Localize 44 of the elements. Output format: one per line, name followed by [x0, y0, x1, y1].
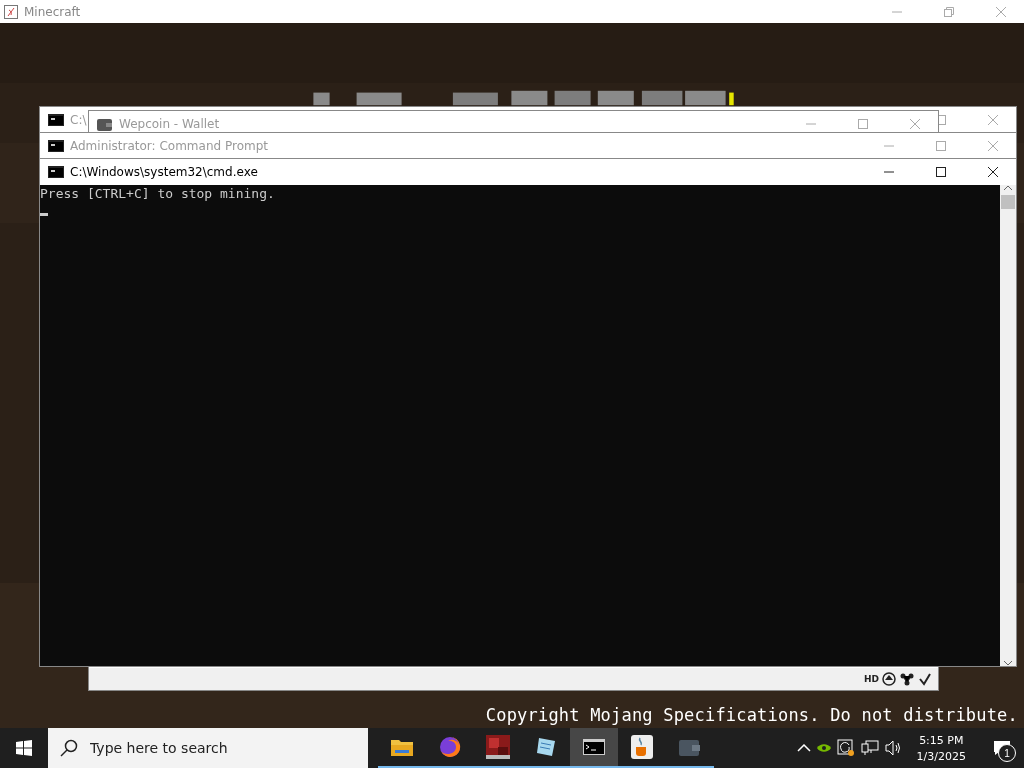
sync-icon[interactable] [836, 739, 855, 757]
chevron-up-icon[interactable] [796, 744, 811, 752]
console-icon [48, 114, 64, 126]
window-title: Wepcoin - Wallet [119, 117, 220, 131]
volume-icon[interactable] [884, 740, 903, 756]
notifications-button[interactable]: 1 [980, 728, 1024, 768]
console-line: Press [CTRL+C] to stop mining. [40, 186, 276, 201]
maximize-icon[interactable] [936, 167, 946, 177]
clock[interactable]: 5:15 PM 1/3/2025 [908, 733, 974, 763]
browser-icon [439, 736, 461, 758]
console-icon [583, 739, 605, 755]
eye-icon[interactable] [816, 743, 831, 753]
windows-logo-icon [16, 740, 32, 756]
clock-time: 5:15 PM [919, 733, 964, 747]
search-icon [60, 739, 78, 757]
window-title: Minecraft [24, 4, 82, 19]
console-icon [48, 140, 64, 152]
scroll-thumb[interactable] [1001, 195, 1015, 209]
upload-icon [882, 672, 896, 686]
network-icon[interactable] [860, 740, 879, 756]
search-bar[interactable]: Type here to search [48, 728, 368, 768]
app-icon [4, 4, 18, 19]
coffee-cup-icon [631, 735, 653, 759]
taskbar-app[interactable] [570, 728, 618, 768]
game-launcher-icon [486, 735, 510, 759]
clock-date: 1/3/2025 [916, 749, 966, 763]
checkmark-icon [918, 672, 932, 686]
wallet-icon [679, 738, 701, 756]
scroll-up-icon[interactable] [1004, 185, 1012, 191]
status-label: HD [864, 674, 879, 684]
window-title: C:\Windows\system32\cmd.exe [70, 165, 258, 179]
window-title: C:\ [70, 113, 87, 127]
network-icon [899, 672, 915, 686]
copyright-text: Copyright Mojang Specifications. Do not distribute. [485, 705, 1018, 725]
notification-count: 1 [998, 744, 1016, 762]
text-cursor [40, 213, 48, 216]
scrollbar[interactable] [1000, 185, 1016, 666]
search-field[interactable]: Type here to search [88, 739, 368, 757]
folder-icon [391, 738, 413, 756]
notepad-icon [535, 736, 557, 758]
close-icon[interactable] [988, 167, 998, 177]
console-icon [48, 166, 64, 178]
window-title: Administrator: Command Prompt [70, 139, 268, 153]
scroll-down-icon[interactable] [1004, 660, 1012, 666]
